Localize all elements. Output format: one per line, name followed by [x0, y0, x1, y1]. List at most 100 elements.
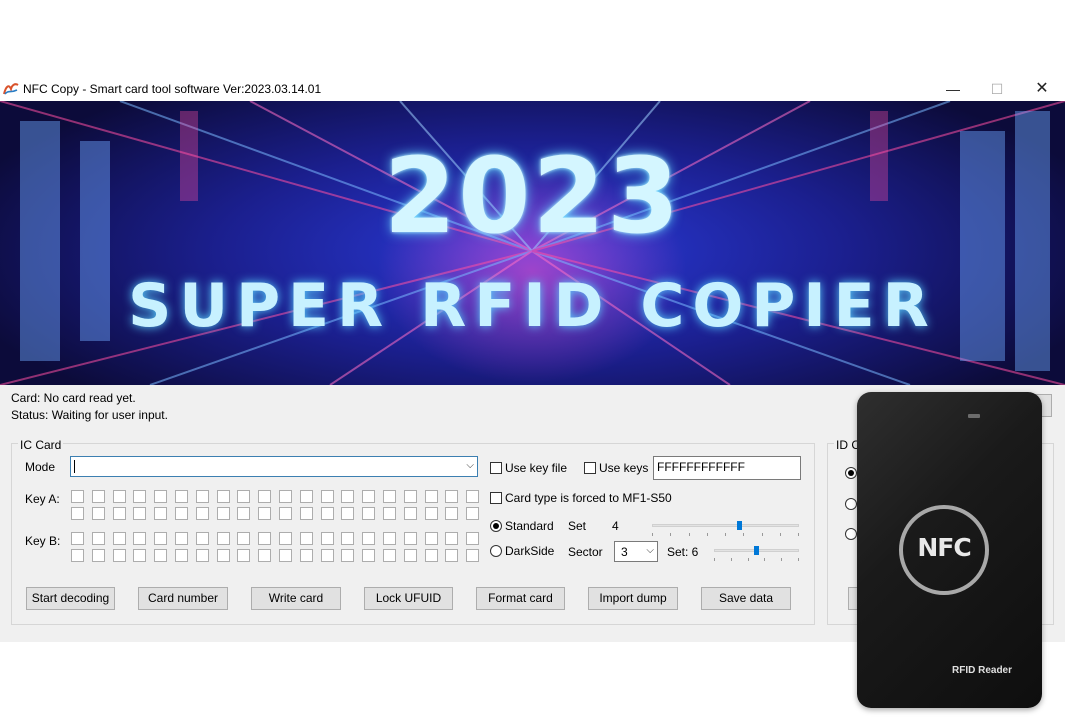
- key-byte-cell[interactable]: [112, 532, 126, 545]
- key-byte-cell[interactable]: [362, 532, 376, 545]
- key-byte-cell[interactable]: [403, 490, 417, 503]
- key-byte-cell[interactable]: [133, 549, 147, 562]
- key-byte-cell[interactable]: [154, 549, 168, 562]
- use-keys-checkbox[interactable]: Use keys: [584, 461, 648, 475]
- key-byte-cell[interactable]: [403, 549, 417, 562]
- standard-radio[interactable]: Standard: [490, 519, 554, 533]
- key-byte-cell[interactable]: [341, 549, 355, 562]
- key-byte-cell[interactable]: [466, 549, 480, 562]
- key-byte-cell[interactable]: [112, 549, 126, 562]
- key-byte-cell[interactable]: [133, 507, 147, 520]
- key-byte-cell[interactable]: [112, 490, 126, 503]
- keys-input[interactable]: FFFFFFFFFFFF: [653, 456, 801, 480]
- key-byte-cell[interactable]: [258, 532, 272, 545]
- card-type-forced-checkbox[interactable]: Card type is forced to MF1-S50: [490, 491, 672, 505]
- key-byte-cell[interactable]: [71, 507, 84, 520]
- key-byte-cell[interactable]: [403, 507, 417, 520]
- key-byte-cell[interactable]: [71, 490, 84, 503]
- key-byte-cell[interactable]: [112, 507, 126, 520]
- key-byte-cell[interactable]: [320, 549, 334, 562]
- key-byte-cell[interactable]: [216, 507, 230, 520]
- key-byte-cell[interactable]: [466, 507, 480, 520]
- key-byte-cell[interactable]: [278, 532, 292, 545]
- lock-ufuid-button[interactable]: Lock UFUID: [364, 587, 453, 610]
- set-slider[interactable]: [652, 521, 799, 541]
- card-number-button[interactable]: Card number: [138, 587, 228, 610]
- key-byte-cell[interactable]: [382, 507, 396, 520]
- key-byte-cell[interactable]: [403, 532, 417, 545]
- key-byte-cell[interactable]: [424, 549, 438, 562]
- key-byte-cell[interactable]: [445, 507, 459, 520]
- slider-thumb[interactable]: [737, 521, 742, 530]
- key-byte-cell[interactable]: [320, 490, 334, 503]
- key-byte-cell[interactable]: [466, 532, 480, 545]
- key-byte-cell[interactable]: [299, 507, 313, 520]
- start-decoding-button[interactable]: Start decoding: [26, 587, 115, 610]
- key-byte-cell[interactable]: [362, 490, 376, 503]
- slider-thumb[interactable]: [754, 546, 759, 555]
- key-byte-cell[interactable]: [278, 490, 292, 503]
- key-byte-cell[interactable]: [382, 549, 396, 562]
- key-byte-cell[interactable]: [362, 549, 376, 562]
- import-dump-button[interactable]: Import dump: [588, 587, 678, 610]
- key-byte-cell[interactable]: [445, 532, 459, 545]
- key-byte-cell[interactable]: [258, 549, 272, 562]
- key-byte-cell[interactable]: [154, 532, 168, 545]
- key-byte-cell[interactable]: [341, 490, 355, 503]
- key-byte-cell[interactable]: [237, 532, 251, 545]
- minimize-button[interactable]: —: [936, 79, 970, 99]
- key-byte-cell[interactable]: [133, 532, 147, 545]
- key-byte-cell[interactable]: [174, 532, 188, 545]
- save-data-button[interactable]: Save data: [701, 587, 791, 610]
- key-byte-cell[interactable]: [91, 549, 105, 562]
- key-byte-cell[interactable]: [195, 490, 209, 503]
- use-key-file-checkbox[interactable]: Use key file: [490, 461, 567, 475]
- key-byte-cell[interactable]: [237, 490, 251, 503]
- key-byte-cell[interactable]: [320, 507, 334, 520]
- key-byte-cell[interactable]: [91, 532, 105, 545]
- key-byte-cell[interactable]: [174, 507, 188, 520]
- key-byte-cell[interactable]: [424, 507, 438, 520]
- key-byte-cell[interactable]: [216, 532, 230, 545]
- key-byte-cell[interactable]: [195, 507, 209, 520]
- key-byte-cell[interactable]: [258, 507, 272, 520]
- key-byte-cell[interactable]: [299, 532, 313, 545]
- key-byte-cell[interactable]: [320, 532, 334, 545]
- key-byte-cell[interactable]: [278, 507, 292, 520]
- key-byte-cell[interactable]: [278, 549, 292, 562]
- write-card-button[interactable]: Write card: [251, 587, 341, 610]
- sector-select[interactable]: 3 ⌵: [614, 541, 658, 562]
- key-byte-cell[interactable]: [154, 507, 168, 520]
- close-button[interactable]: ✕: [1025, 79, 1059, 99]
- key-byte-cell[interactable]: [237, 549, 251, 562]
- key-byte-cell[interactable]: [382, 490, 396, 503]
- key-byte-cell[interactable]: [382, 532, 396, 545]
- key-byte-cell[interactable]: [424, 532, 438, 545]
- key-byte-cell[interactable]: [133, 490, 147, 503]
- key-byte-cell[interactable]: [237, 507, 251, 520]
- key-byte-cell[interactable]: [71, 549, 84, 562]
- key-byte-cell[interactable]: [341, 532, 355, 545]
- mode-select[interactable]: ⌵: [70, 456, 478, 477]
- format-card-button[interactable]: Format card: [476, 587, 565, 610]
- key-byte-cell[interactable]: [299, 549, 313, 562]
- key-byte-cell[interactable]: [362, 507, 376, 520]
- set2-slider[interactable]: [714, 546, 799, 566]
- key-byte-cell[interactable]: [424, 490, 438, 503]
- key-byte-cell[interactable]: [195, 549, 209, 562]
- key-byte-cell[interactable]: [174, 549, 188, 562]
- key-byte-cell[interactable]: [154, 490, 168, 503]
- key-byte-cell[interactable]: [71, 532, 84, 545]
- key-byte-cell[interactable]: [216, 490, 230, 503]
- key-byte-cell[interactable]: [195, 532, 209, 545]
- maximize-button[interactable]: ☐: [980, 79, 1014, 99]
- key-byte-cell[interactable]: [258, 490, 272, 503]
- key-byte-cell[interactable]: [445, 490, 459, 503]
- key-byte-cell[interactable]: [91, 490, 105, 503]
- key-byte-cell[interactable]: [445, 549, 459, 562]
- key-byte-cell[interactable]: [341, 507, 355, 520]
- key-byte-cell[interactable]: [91, 507, 105, 520]
- darkside-radio[interactable]: DarkSide: [490, 544, 554, 558]
- key-byte-cell[interactable]: [299, 490, 313, 503]
- key-byte-cell[interactable]: [174, 490, 188, 503]
